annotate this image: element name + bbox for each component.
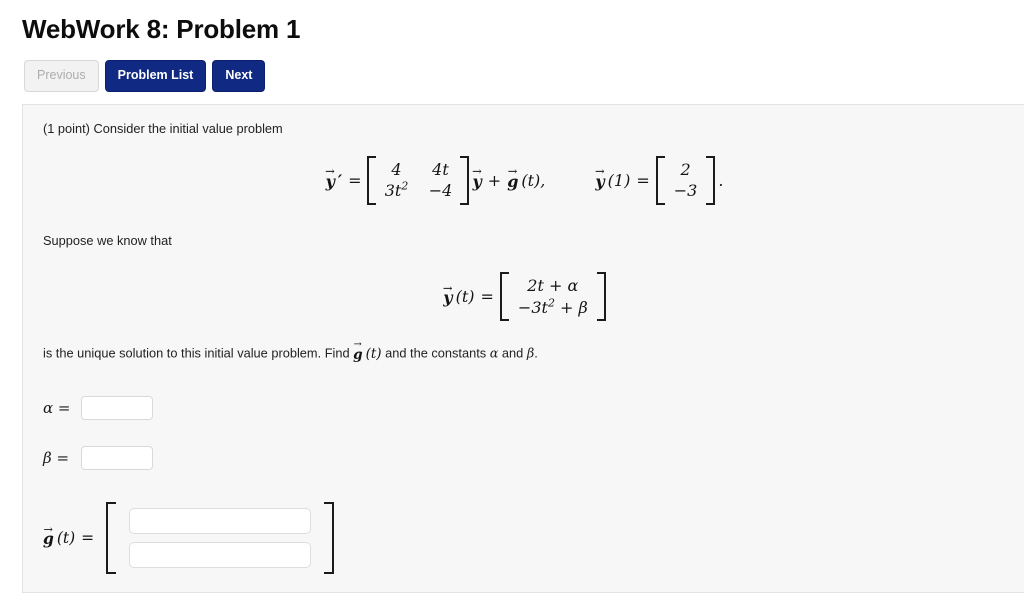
- matrix-bracket-right: [460, 155, 470, 205]
- initial-vector-bracket-right: [706, 155, 716, 205]
- solution-bracket-left: [499, 272, 509, 322]
- g-component-1-input[interactable]: [129, 507, 312, 534]
- vector-arrow-icon: →: [353, 339, 362, 351]
- suppose-text: Suppose we know that: [43, 232, 172, 248]
- previous-button[interactable]: Previous: [24, 60, 99, 92]
- vector-arrow-icon: →: [43, 522, 53, 536]
- navigation-buttons: Previous Problem List Next: [24, 60, 1024, 92]
- question-text: is the unique solution to this initial v…: [43, 339, 538, 364]
- vector-arrow-icon: →: [325, 164, 335, 179]
- solution-vector: 2t + α −3t2 + β: [517, 276, 588, 317]
- vector-arrow-icon: →: [442, 280, 453, 295]
- g-component-2-input[interactable]: [129, 541, 312, 568]
- problem-list-button[interactable]: Problem List: [104, 60, 207, 92]
- initial-condition-vector: 2 −3: [673, 159, 698, 201]
- next-button[interactable]: Next: [212, 60, 266, 92]
- alpha-answer-row: α =: [43, 395, 1016, 420]
- matrix-bracket-left: [367, 155, 377, 205]
- solution-bracket-right: [596, 272, 606, 322]
- g-vector-answer-row: → g (t) =: [43, 501, 1016, 574]
- initial-vector-bracket-left: [655, 155, 665, 205]
- alpha-input[interactable]: [81, 395, 153, 420]
- g-vector-fields: [125, 507, 315, 568]
- g-vector-label: → g (t) =: [43, 522, 95, 548]
- vector-arrow-icon: →: [507, 164, 518, 179]
- coefficient-matrix: 4 4t 3t2 −4: [384, 159, 453, 201]
- page-title: WebWork 8: Problem 1: [22, 14, 301, 44]
- g-vector-bracket-right: [324, 501, 335, 574]
- problem-intro-text: (1 point) Consider the initial value pro…: [43, 120, 283, 136]
- g-vector-bracket-left: [106, 501, 117, 574]
- beta-input[interactable]: [81, 445, 153, 470]
- equation-solution: → y (t) = 2t + α −3t2 + β: [33, 272, 1016, 322]
- vector-arrow-icon: →: [472, 164, 482, 179]
- equation-initial-value-problem: → y ′ = 4 4t 3t2 −4 → y + → g (t), → y (1) =: [33, 155, 1016, 205]
- beta-answer-row: β =: [43, 445, 1016, 470]
- problem-panel: (1 point) Consider the initial value pro…: [22, 103, 1024, 593]
- vector-arrow-icon: →: [594, 164, 605, 179]
- alpha-label: α =: [43, 398, 71, 417]
- beta-label: β =: [43, 448, 70, 467]
